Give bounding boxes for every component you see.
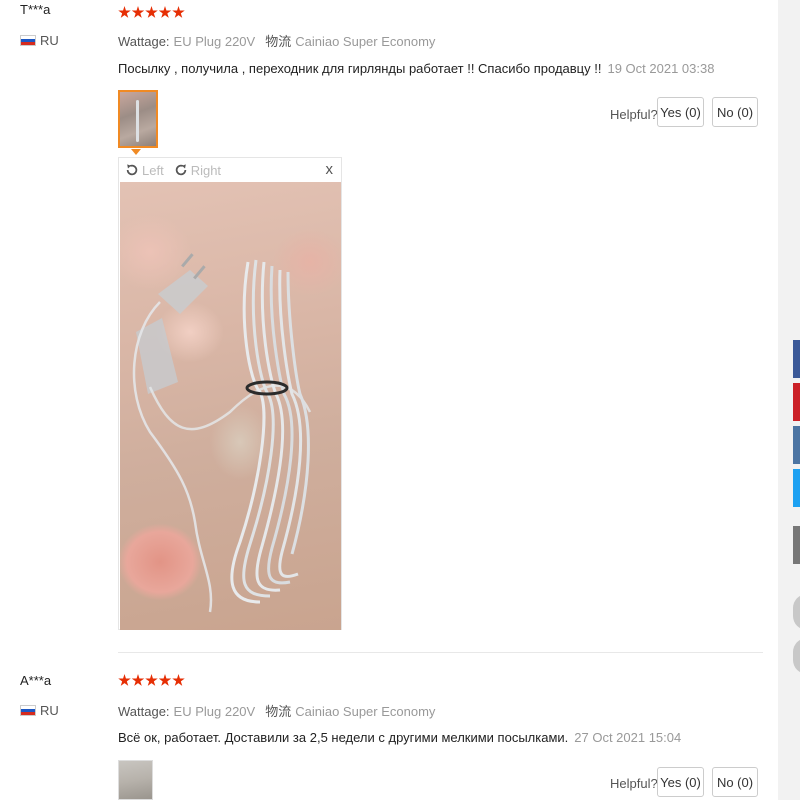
helpful-yes-button[interactable]: Yes (0)	[657, 97, 704, 127]
helpful-no-button[interactable]: No (0)	[712, 97, 758, 127]
rotate-right-label: Right	[190, 162, 222, 178]
rotate-left-icon	[126, 164, 138, 176]
review-divider	[118, 652, 763, 653]
rotate-right-icon	[175, 164, 186, 176]
review-date: 19 Oct 2021 03:38	[607, 61, 715, 76]
share-vk-button[interactable]	[793, 426, 800, 464]
extension-cord-photo	[132, 253, 312, 613]
flag-ru-icon	[20, 705, 36, 716]
star-icon	[172, 674, 185, 686]
scroll-down-button[interactable]	[793, 638, 800, 674]
reviewer-name: A***a	[20, 673, 52, 688]
wattage-value: EU Plug 220V	[173, 34, 256, 49]
star-icon	[172, 6, 185, 18]
shipping-label: 物流	[265, 34, 292, 49]
shipping-value: Cainiao Super Economy	[295, 704, 436, 719]
review-text-line: Посылку , получила , переходник для гирл…	[118, 61, 714, 76]
star-icon	[131, 6, 145, 18]
helpful-yes-button[interactable]: Yes (0)	[657, 767, 704, 797]
wattage-value: EU Plug 220V	[173, 704, 256, 719]
close-icon[interactable]: x	[326, 161, 334, 178]
star-rating	[118, 6, 186, 20]
rotate-left-button[interactable]: Left	[125, 163, 164, 178]
reviewer-country: RU	[40, 703, 59, 718]
review-text: Всё ок, работает. Доставили за 2,5 недел…	[118, 730, 569, 745]
thumbnail-caret	[131, 149, 141, 155]
helpful-no-button[interactable]: No (0)	[712, 767, 758, 797]
review-attributes: Wattage: EU Plug 220V 物流 Cainiao Super Econ…	[118, 31, 435, 50]
share-more-button[interactable]	[793, 526, 800, 564]
review-text: Посылку , получила , переходник для гирл…	[118, 61, 602, 76]
star-icon	[145, 674, 158, 686]
reviewer-country: RU	[40, 33, 59, 48]
review-item: A***a RU Wattage: EU Plug 220V 物流 Cainiao S…	[0, 670, 778, 800]
reviewer-name: T***a	[20, 2, 51, 17]
reviews-feed: T***a RU Wattage: EU Plug 220V 物流 Cainiao S…	[0, 0, 778, 800]
wattage-label: Wattage:	[118, 704, 170, 719]
star-icon	[158, 674, 172, 686]
flag-ru-icon	[20, 35, 36, 46]
star-rating	[118, 674, 186, 688]
review-photo	[120, 182, 341, 630]
star-icon	[131, 674, 145, 686]
viewer-toolbar: Left Right x	[119, 158, 341, 182]
review-photo-thumbnail[interactable]	[118, 760, 153, 800]
review-date: 27 Oct 2021 15:04	[574, 730, 682, 745]
star-icon	[118, 6, 131, 18]
review-attributes: Wattage: EU Plug 220V 物流 Cainiao Super Econ…	[118, 701, 435, 720]
shipping-label: 物流	[265, 704, 292, 719]
photo-viewer: Left Right x	[118, 157, 342, 630]
share-pinterest-button[interactable]	[793, 383, 800, 421]
share-twitter-button[interactable]	[793, 469, 800, 507]
share-facebook-button[interactable]	[793, 340, 800, 378]
review-photo-thumbnail[interactable]	[118, 90, 158, 148]
helpful-label: Helpful?	[610, 107, 658, 122]
star-icon	[158, 6, 172, 18]
review-text-line: Всё ок, работает. Доставили за 2,5 недел…	[118, 730, 681, 745]
shipping-value: Cainiao Super Economy	[295, 34, 436, 49]
star-icon	[118, 674, 131, 686]
rotate-right-button[interactable]: Right	[174, 163, 221, 178]
scroll-up-button[interactable]	[793, 594, 800, 630]
helpful-label: Helpful?	[610, 776, 658, 791]
rotate-left-label: Left	[142, 162, 164, 178]
wattage-label: Wattage:	[118, 34, 170, 49]
review-item: T***a RU Wattage: EU Plug 220V 物流 Cainiao S…	[0, 0, 778, 650]
star-icon	[145, 6, 158, 18]
